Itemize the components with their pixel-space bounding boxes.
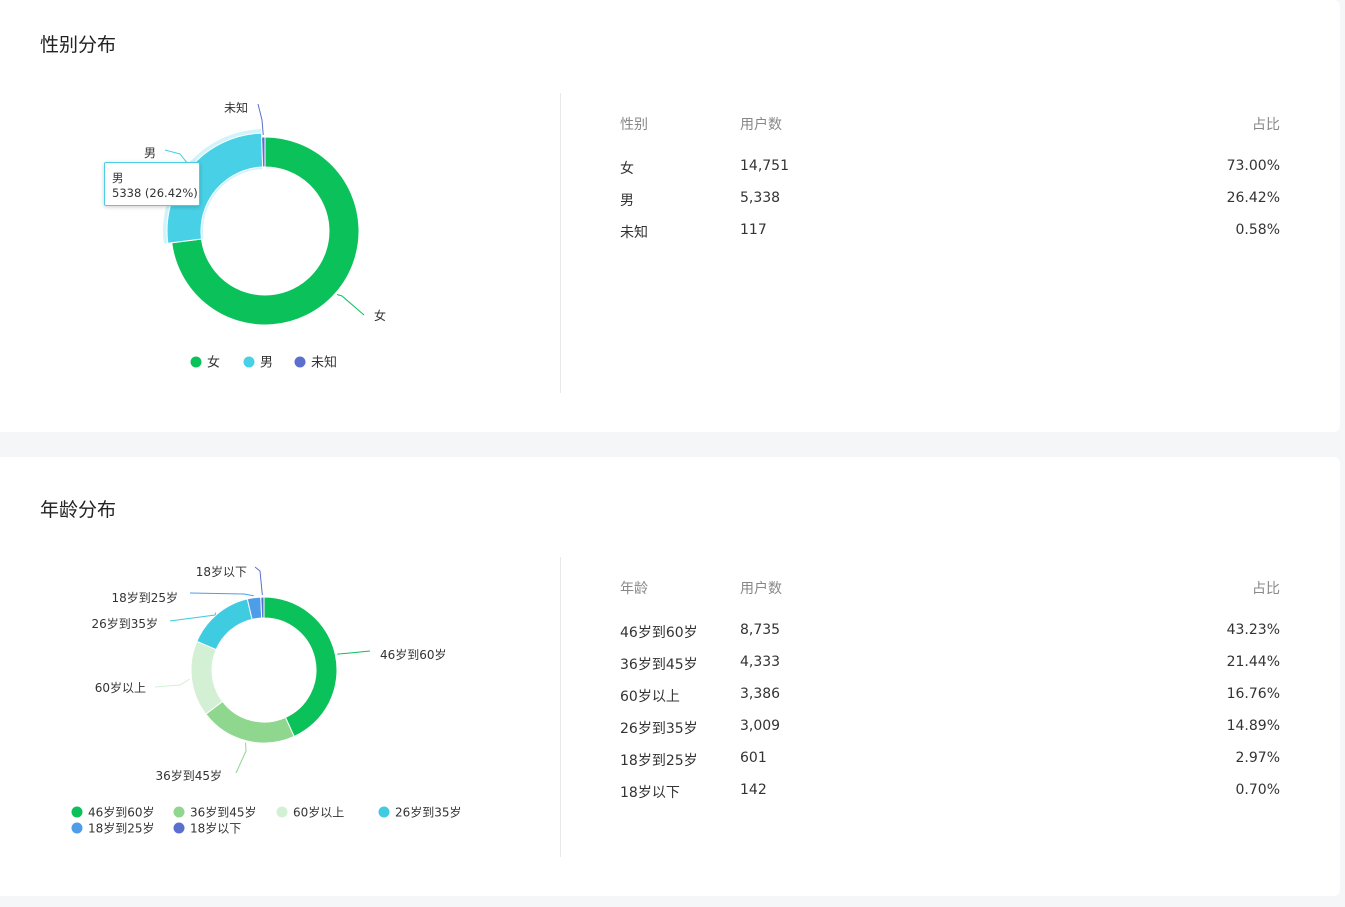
row-label: 女 — [620, 161, 634, 177]
header-gender: 性别 — [620, 117, 648, 133]
row-label: 46岁到60岁 — [620, 625, 698, 641]
row-label: 未知 — [620, 225, 648, 241]
tooltip-detail: 5338 (26.42%) — [112, 186, 198, 200]
header-ratio: 占比 — [1252, 581, 1280, 597]
legend-label[interactable]: 46岁到60岁 — [88, 805, 155, 820]
legend-marker[interactable] — [276, 806, 288, 818]
slice-5[interactable] — [260, 596, 265, 619]
row-users: 5,338 — [740, 190, 781, 206]
slice-0[interactable] — [263, 596, 338, 738]
legend-label[interactable]: 未知 — [311, 355, 337, 371]
slice-1[interactable] — [205, 700, 295, 744]
legend-label[interactable]: 女 — [207, 355, 220, 371]
row-label: 26岁到35岁 — [620, 721, 698, 737]
row-label: 18岁以下 — [620, 785, 680, 801]
legend-label[interactable]: 18岁以下 — [190, 821, 241, 836]
row-users: 142 — [740, 782, 767, 798]
legend-marker[interactable] — [71, 806, 83, 818]
slice-2[interactable] — [261, 136, 266, 168]
legend-label[interactable]: 18岁到25岁 — [88, 821, 155, 836]
divider — [560, 93, 561, 393]
leader-line — [189, 592, 254, 597]
header-ratio: 占比 — [1252, 117, 1280, 133]
row-users: 3,386 — [740, 686, 781, 702]
leader-line — [235, 742, 247, 774]
row-users: 117 — [740, 222, 767, 238]
row-label: 36岁到45岁 — [620, 657, 698, 673]
slice-3[interactable] — [196, 598, 253, 651]
row-users: 4,333 — [740, 654, 781, 670]
legend-label[interactable]: 36岁到45岁 — [190, 805, 257, 820]
legend-label[interactable]: 男 — [260, 356, 273, 371]
header-users: 用户数 — [740, 117, 782, 133]
header-age: 年龄 — [620, 581, 648, 597]
leader-line — [336, 294, 365, 316]
age-card: 年龄分布 46岁到60岁 36岁到45岁 60岁以上 26岁到35岁 18岁到25岁 18… — [0, 457, 1340, 896]
row-ratio: 26.42% — [1226, 190, 1280, 206]
tooltip-name: 男 — [112, 171, 124, 185]
row-ratio: 16.76% — [1226, 686, 1280, 702]
age-donut-chart[interactable]: 46岁到60岁 36岁到45岁 60岁以上 26岁到35岁 18岁到25岁 18岁以下 46… — [0, 457, 560, 896]
legend-marker[interactable] — [190, 356, 202, 368]
row-ratio: 73.00% — [1226, 158, 1280, 174]
row-ratio: 14.89% — [1226, 718, 1280, 734]
slice-label: 36岁到45岁 — [155, 768, 222, 783]
slice-label: 女 — [374, 308, 386, 323]
row-ratio: 21.44% — [1226, 654, 1280, 670]
row-ratio: 0.70% — [1235, 782, 1280, 798]
leader-line — [154, 678, 190, 688]
legend-label[interactable]: 60岁以上 — [293, 805, 344, 820]
row-label: 18岁到25岁 — [620, 753, 698, 769]
row-label: 男 — [620, 193, 634, 209]
chart-tooltip: 男 5338 (26.42%) — [104, 162, 200, 206]
row-ratio: 43.23% — [1226, 622, 1280, 638]
row-users: 14,751 — [740, 158, 789, 174]
row-ratio: 0.58% — [1235, 222, 1280, 238]
slice-label: 男 — [144, 146, 156, 160]
header-users: 用户数 — [740, 581, 782, 597]
slice-label: 26岁到35岁 — [91, 616, 158, 631]
row-users: 8,735 — [740, 622, 781, 638]
row-label: 60岁以上 — [620, 689, 680, 705]
legend-marker[interactable] — [243, 356, 255, 368]
leader-line — [169, 612, 217, 622]
legend-marker[interactable] — [71, 822, 83, 834]
row-ratio: 2.97% — [1235, 750, 1280, 766]
legend-marker[interactable] — [173, 806, 185, 818]
legend-label[interactable]: 26岁到35岁 — [395, 805, 462, 820]
legend-marker[interactable] — [378, 806, 390, 818]
slice-label: 未知 — [224, 101, 248, 115]
leader-line — [337, 650, 371, 655]
row-users: 3,009 — [740, 718, 781, 734]
gender-donut-chart[interactable]: 女男未知女男未知 — [0, 0, 560, 432]
leader-line — [254, 566, 263, 596]
slice-label: 60岁以上 — [95, 680, 146, 695]
gender-card: 性别分布 女男未知女男未知 男 5338 (26.42%) 性别 用户数 占比 … — [0, 0, 1340, 432]
slice-label: 46岁到60岁 — [380, 647, 447, 662]
legend-marker[interactable] — [294, 356, 306, 368]
slice-label: 18岁以下 — [196, 564, 247, 579]
legend-marker[interactable] — [173, 822, 185, 834]
slice-label: 18岁到25岁 — [111, 590, 178, 605]
slice-2[interactable] — [190, 640, 224, 715]
row-users: 601 — [740, 750, 767, 766]
divider — [560, 557, 561, 857]
